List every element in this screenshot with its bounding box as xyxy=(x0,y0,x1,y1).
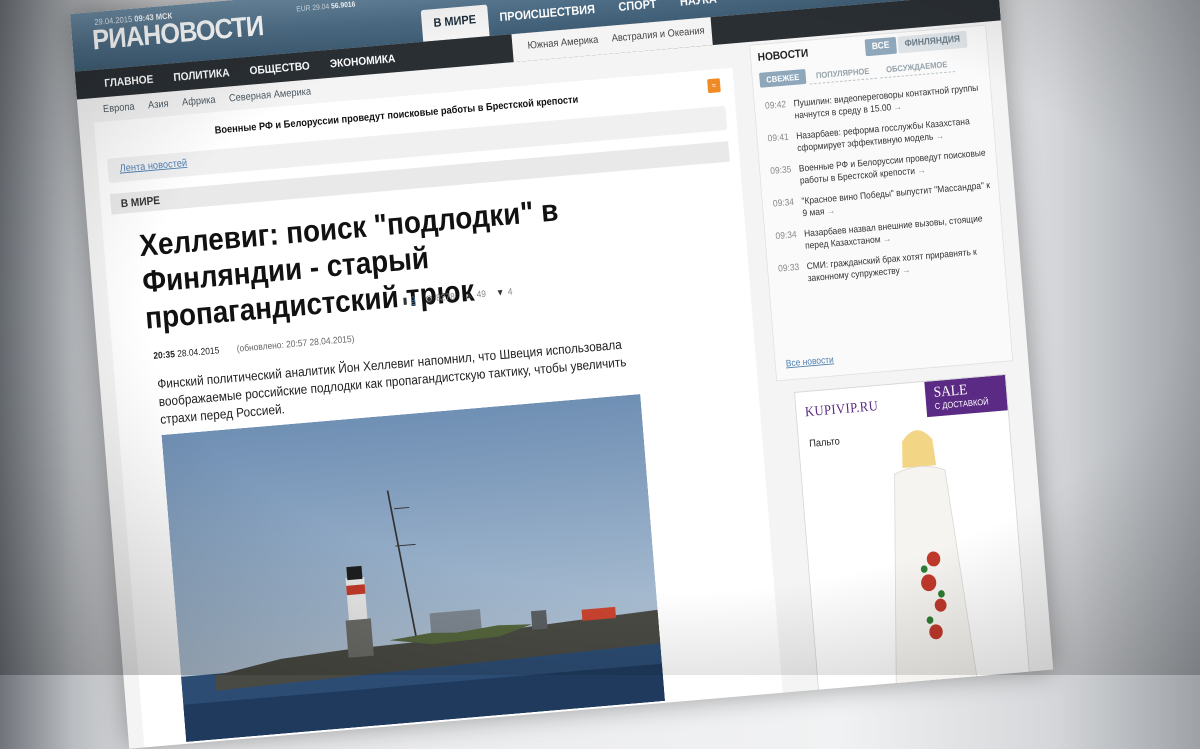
tab-popular[interactable]: ПОПУЛЯРНОЕ xyxy=(808,62,877,85)
ad-item-label: Пальто xyxy=(808,435,841,450)
thumbs-up-icon: ▲ xyxy=(464,290,474,302)
views-count: 8278 xyxy=(435,291,456,304)
news-time: 09:35 xyxy=(769,164,792,177)
sidebar-news-list: 09:42 Пушилин: видеопереговоры контактно… xyxy=(765,82,999,296)
ad-logo: KUPIVIP.RU xyxy=(804,398,879,421)
dislikes-count: 4 xyxy=(507,287,513,298)
breadcrumb-arrow xyxy=(199,149,212,176)
tab-fresh[interactable]: СВЕЖЕЕ xyxy=(759,68,807,88)
ad-sale-badge: SALE С ДОСТАВКОЙ xyxy=(924,374,1008,418)
comments-stat[interactable]: ▮ 9 xyxy=(402,295,415,306)
sidebar-tabs: СВЕЖЕЕ ПОПУЛЯРНОЕ ОБСУЖДАЕМОЕ xyxy=(759,56,955,88)
article-area: Военные РФ и Белоруссии проведут поисков… xyxy=(93,67,783,748)
currency-rates: EUR 29.04 56.9016 xyxy=(296,0,356,16)
lighthouse-photo xyxy=(161,394,666,742)
arrow-icon: → xyxy=(893,101,903,113)
news-text-body: СМИ: гражданский брак хотят приравнять к… xyxy=(806,247,978,285)
filter-finland-button[interactable]: ФИНЛЯНДИЯ xyxy=(897,30,968,54)
rates-label: EUR xyxy=(295,3,311,14)
logo-main: РИА xyxy=(91,20,145,56)
tab-discussed[interactable]: ОБСУЖДАЕМОЕ xyxy=(878,56,955,79)
comment-icon: ▮ xyxy=(402,296,408,307)
arrow-icon: → xyxy=(882,233,892,245)
article-time: 20:35 xyxy=(153,349,176,362)
arrow-icon: → xyxy=(935,131,945,143)
all-news-link[interactable]: Все новости xyxy=(785,355,834,369)
news-time: 09:34 xyxy=(772,197,795,210)
rates-date: 29.04 xyxy=(312,2,330,12)
news-time: 09:42 xyxy=(764,99,787,112)
coat-model-image xyxy=(894,430,978,685)
comments-count: 9 xyxy=(410,295,416,306)
eye-icon: ◉ xyxy=(425,293,434,305)
ad-banner[interactable]: KUPIVIP.RU SALE С ДОСТАВКОЙ Пальто xyxy=(794,373,1030,692)
news-text-body: Пушилин: видеопереговоры контактной груп… xyxy=(793,83,979,122)
article-photo[interactable] xyxy=(161,394,666,742)
news-text: СМИ: гражданский брак хотят приравнять к… xyxy=(806,245,998,285)
likes-stat[interactable]: ▲ 49 xyxy=(465,289,487,301)
article-headline: Хеллевиг: поиск "подлодки" в Финляндии -… xyxy=(138,192,560,336)
rates-value: 56.9016 xyxy=(330,0,356,11)
news-text-body: Назарбаев назвал внешние вызовы, стоящие… xyxy=(803,213,983,252)
rss-icon[interactable]: ≈ xyxy=(707,78,721,94)
news-sidebar: НОВОСТИ ВСЕ ФИНЛЯНДИЯ СВЕЖЕЕ ПОПУЛЯРНОЕ … xyxy=(749,24,1014,382)
news-time: 09:41 xyxy=(767,132,790,145)
article-updated: (обновлено: 20:57 28.04.2015) xyxy=(236,334,355,355)
arrow-icon: → xyxy=(901,265,911,277)
lenta-link[interactable]: Лента новостей xyxy=(119,158,187,175)
news-text-body: Военные РФ и Белоруссии проведут поисков… xyxy=(798,148,986,187)
likes-count: 49 xyxy=(476,289,487,301)
arrow-icon: → xyxy=(916,165,927,177)
sidebar-title: НОВОСТИ xyxy=(757,46,809,64)
article-date: 28.04.2015 xyxy=(176,345,220,360)
arrow-icon: → xyxy=(826,205,836,217)
dislikes-stat[interactable]: ▼ 4 xyxy=(496,287,513,299)
section-label: В МИРЕ xyxy=(120,193,161,210)
browser-screen: 29.04.2015 09:43 МСК РИАНОВОСТИ EUR 29.0… xyxy=(70,0,1054,749)
filter-all-button[interactable]: ВСЕ xyxy=(864,36,897,57)
news-time: 09:34 xyxy=(775,229,798,242)
thumbs-down-icon: ▼ xyxy=(495,287,505,299)
region-asia[interactable]: Азия xyxy=(140,91,176,118)
news-time: 09:33 xyxy=(777,262,800,275)
